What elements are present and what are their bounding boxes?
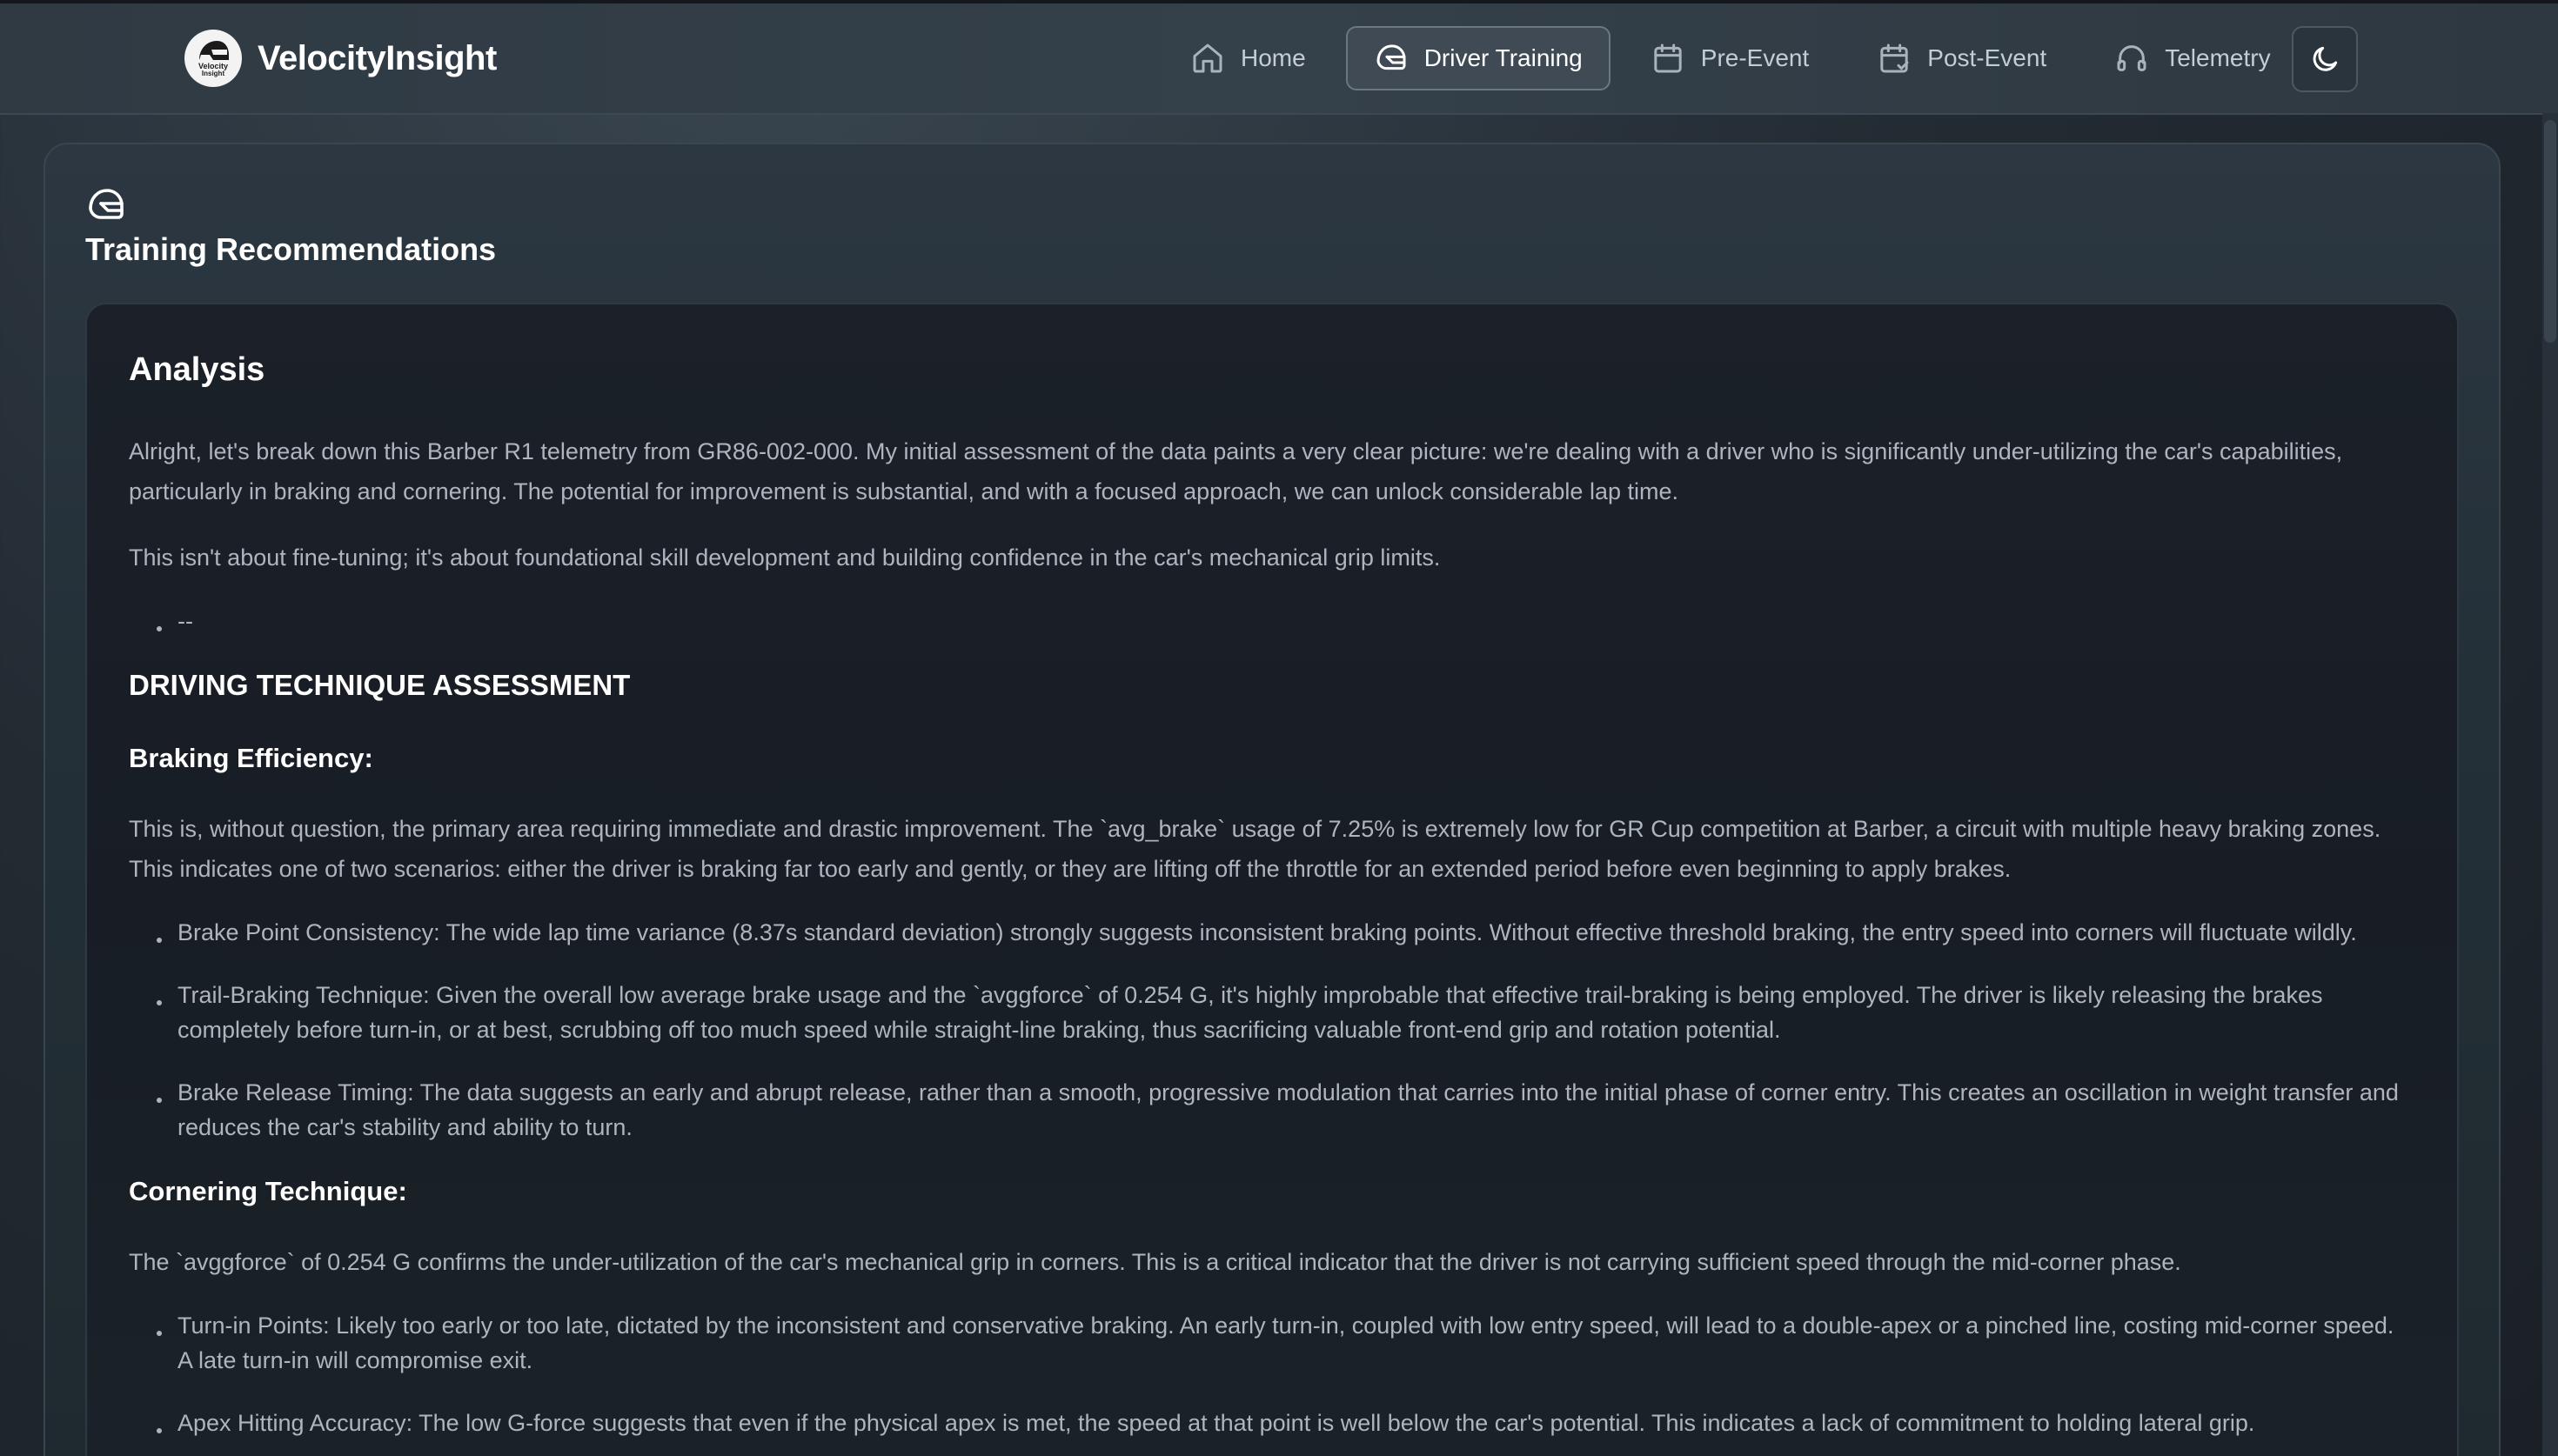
home-icon (1193, 43, 1222, 73)
nav-pre-event[interactable]: Pre-Event (1623, 26, 1838, 90)
separator-list: -- (129, 604, 2408, 638)
logo-text-line-2: Insight (202, 70, 225, 77)
list-item: Brake Point Consistency: The wide lap ti… (157, 915, 2408, 950)
nav-pre-event-label: Pre-Event (1700, 44, 1810, 71)
nav-telemetry[interactable]: Telemetry (2086, 26, 2298, 90)
top-navbar: Velocity Insight VelocityInsight Home Dr… (0, 3, 2558, 115)
calendar-icon (1654, 43, 1682, 73)
separator-bullet: -- (157, 604, 2408, 638)
main-nav: Home Driver Training Pre-Event Post-Even… (1162, 26, 2311, 90)
theme-toggle-button[interactable] (2292, 26, 2358, 92)
analysis-intro-paragraph-2: This isn't about fine-tuning; it's about… (129, 544, 1441, 571)
headset-icon (2117, 45, 2146, 71)
analysis-heading: Analysis (129, 351, 265, 388)
analysis-intro-paragraph: Alright, let's break down this Barber R1… (129, 438, 2343, 504)
nav-telemetry-label: Telemetry (2165, 44, 2271, 71)
logo-badge: Velocity Insight (184, 30, 242, 87)
page-scrollbar-thumb[interactable] (2544, 120, 2556, 343)
list-item: Brake Release Timing: The data suggests … (157, 1075, 2408, 1145)
nav-driver-training-label: Driver Training (1423, 44, 1583, 71)
braking-paragraph: This is, without question, the primary a… (129, 816, 2381, 882)
logo-helmet-icon: Velocity Insight (198, 41, 229, 77)
moon-icon (2313, 46, 2338, 71)
cornering-paragraph: The `avggforce` of 0.254 G confirms the … (129, 1249, 2181, 1275)
braking-heading: Braking Efficiency: (129, 743, 373, 773)
brand-logo-link[interactable]: Velocity Insight VelocityInsight (184, 30, 497, 87)
nav-driver-training[interactable]: Driver Training (1345, 26, 1610, 90)
braking-list: Brake Point Consistency: The wide lap ti… (129, 915, 2408, 1145)
list-item: Trail-Braking Technique: Given the overa… (157, 978, 2408, 1047)
list-item: Apex Hitting Accuracy: The low G-force s… (157, 1406, 2408, 1440)
nav-post-event[interactable]: Post-Event (1849, 26, 2074, 90)
list-item: Turn-in Points: Likely too early or too … (157, 1308, 2408, 1378)
nav-home[interactable]: Home (1162, 26, 1334, 90)
calendar-check-icon (1880, 43, 1909, 73)
assessment-heading: DRIVING TECHNIQUE ASSESSMENT (129, 669, 631, 701)
cornering-heading: Cornering Technique: (129, 1176, 407, 1206)
helmet-icon (1376, 44, 1406, 70)
section-title: Training Recommendations (85, 231, 497, 267)
brand-name: VelocityInsight (258, 38, 497, 77)
cornering-list: Turn-in Points: Likely too early or too … (129, 1308, 2408, 1440)
nav-post-event-label: Post-Event (1927, 44, 2047, 71)
helmet-icon (85, 184, 127, 230)
analysis-content: Analysis Alright, let's break down this … (129, 346, 2408, 1456)
nav-home-label: Home (1241, 44, 1306, 71)
